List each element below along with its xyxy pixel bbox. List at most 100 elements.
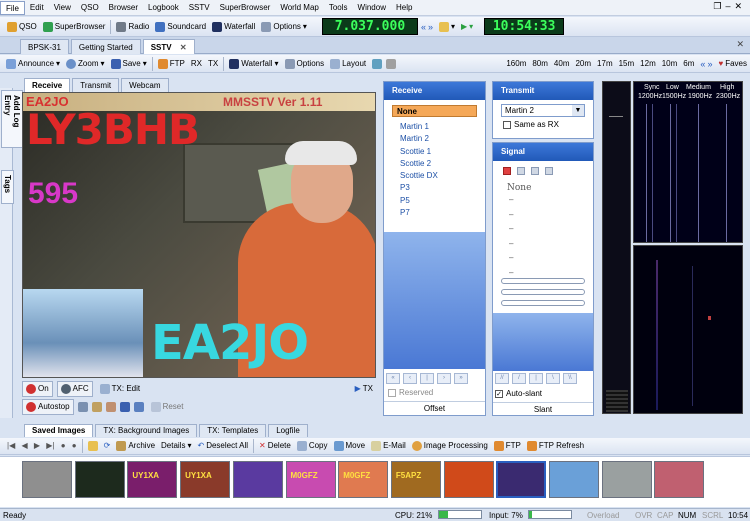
thumbnail[interactable] bbox=[496, 461, 547, 498]
tab-tx-background-images[interactable]: TX: Background Images bbox=[95, 424, 198, 437]
play-dropdown[interactable]: ▶ ▾ bbox=[458, 19, 476, 35]
receive-mode-item[interactable]: Scottie 2 bbox=[384, 158, 485, 170]
copy-image-icon[interactable] bbox=[133, 402, 144, 412]
thumbnail[interactable]: UY1XA bbox=[127, 461, 178, 498]
first-icon[interactable]: « bbox=[386, 373, 400, 384]
forward-icon[interactable]: » bbox=[428, 19, 433, 35]
auto-slant-checkbox[interactable]: ✓ Auto-slant bbox=[495, 389, 542, 398]
open-folder-button[interactable] bbox=[85, 438, 101, 454]
first-image-icon[interactable]: |◀ bbox=[7, 438, 15, 454]
side-tab-add-log-entry[interactable]: Add Log Entry bbox=[1, 90, 23, 148]
superbrowser-button[interactable]: SuperBrowser bbox=[40, 19, 109, 35]
slant-left-2-icon[interactable]: // bbox=[495, 373, 509, 384]
thumbnail[interactable] bbox=[22, 461, 72, 498]
last-image-icon[interactable]: ▶| bbox=[46, 438, 54, 454]
tx-button[interactable]: TX bbox=[205, 56, 221, 72]
menu-qso[interactable]: QSO bbox=[76, 1, 104, 15]
menu-edit[interactable]: Edit bbox=[25, 1, 49, 15]
ftp-upload-button[interactable]: FTP bbox=[491, 438, 524, 454]
zoom-button[interactable]: Zoom ▾ bbox=[63, 56, 107, 72]
thumbnail[interactable] bbox=[232, 461, 283, 498]
band-17m[interactable]: 17m bbox=[594, 56, 616, 72]
thumbnail[interactable] bbox=[443, 461, 494, 498]
rewind-icon[interactable]: « bbox=[421, 19, 426, 35]
close-tab-icon[interactable]: ✕ bbox=[180, 43, 187, 52]
frequency-display[interactable]: 7.037.000 bbox=[321, 18, 418, 35]
thumbnail[interactable] bbox=[601, 461, 652, 498]
receive-mode-item[interactable]: Martin 2 bbox=[384, 133, 485, 145]
receive-mode-item[interactable]: P7 bbox=[384, 207, 485, 219]
save-image-icon[interactable] bbox=[119, 402, 130, 412]
deselect-all-button[interactable]: ↶ Deselect All bbox=[195, 438, 252, 454]
tx-edit-button[interactable]: TX: Edit bbox=[97, 381, 143, 397]
next-image-icon[interactable]: ▶ bbox=[34, 438, 40, 454]
receive-mode-item[interactable]: Martin 1 bbox=[384, 121, 485, 133]
band-12m[interactable]: 12m bbox=[637, 56, 659, 72]
thumbnail[interactable]: UY1XA bbox=[180, 461, 231, 498]
delete-button[interactable]: ✕ Delete bbox=[256, 438, 294, 454]
thumbnail[interactable] bbox=[74, 461, 125, 498]
waterfall-button[interactable]: Waterfall bbox=[209, 19, 258, 35]
reserved-checkbox[interactable]: Reserved bbox=[388, 388, 433, 397]
pencil-icon[interactable] bbox=[91, 402, 102, 412]
email-button[interactable]: E-Mail bbox=[368, 438, 409, 454]
copy-button[interactable]: Copy bbox=[294, 438, 331, 454]
tx-start-button[interactable]: ▶ TX bbox=[352, 381, 376, 397]
band-next-icon[interactable]: » bbox=[707, 56, 712, 72]
menu-browser[interactable]: Browser bbox=[104, 1, 143, 15]
spectrum-display[interactable]: Sync 1200Hz Low 1500Hz Medium 1900Hz Hig… bbox=[633, 81, 743, 243]
menu-superbrowser[interactable]: SuperBrowser bbox=[215, 1, 276, 15]
image-tool-button[interactable] bbox=[369, 56, 399, 72]
radio-button[interactable]: Radio bbox=[113, 19, 152, 35]
archive-button[interactable]: Archive bbox=[113, 438, 158, 454]
options-menu-button[interactable]: Options bbox=[282, 56, 328, 72]
thumbnail[interactable] bbox=[654, 461, 705, 498]
waterfall-menu-button[interactable]: Waterfall ▾ bbox=[226, 56, 281, 72]
announce-button[interactable]: Announce ▾ bbox=[3, 56, 63, 72]
prev-image-icon[interactable]: ◀ bbox=[21, 438, 27, 454]
details-button[interactable]: Details ▾ bbox=[158, 438, 194, 454]
slant-none-icon[interactable]: | bbox=[529, 373, 543, 384]
refresh-button[interactable]: ⟳ bbox=[101, 438, 114, 454]
thumbnail[interactable] bbox=[549, 461, 599, 498]
subtab-transmit[interactable]: Transmit bbox=[72, 78, 120, 92]
close-document-icon[interactable]: ✕ bbox=[736, 39, 744, 50]
save-button[interactable]: Save ▾ bbox=[108, 56, 150, 72]
autostop-button[interactable]: Autostop bbox=[22, 399, 74, 415]
menu-view[interactable]: View bbox=[49, 1, 76, 15]
folder-dropdown[interactable]: ▾ bbox=[436, 19, 458, 35]
band-40m[interactable]: 40m bbox=[551, 56, 573, 72]
stop-icon[interactable]: | bbox=[420, 373, 434, 384]
received-image[interactable]: EA2JO MMSSTV Ver 1.11 LY3BHB 595 EA2JO bbox=[22, 92, 376, 378]
ftp-refresh-button[interactable]: FTP Refresh bbox=[524, 438, 587, 454]
record-icon[interactable]: ● bbox=[61, 438, 66, 454]
move-button[interactable]: Move bbox=[331, 438, 369, 454]
menu-tools[interactable]: Tools bbox=[324, 1, 353, 15]
band-15m[interactable]: 15m bbox=[616, 56, 638, 72]
tab-sstv[interactable]: SSTV ✕ bbox=[142, 38, 195, 54]
thumbnail[interactable]: M0GFZ bbox=[338, 461, 389, 498]
side-tab-tags[interactable]: Tags bbox=[1, 170, 14, 204]
menu-file[interactable]: File bbox=[0, 0, 25, 15]
soundcard-button[interactable]: Soundcard bbox=[152, 19, 209, 35]
ftp-button[interactable]: FTP bbox=[155, 56, 188, 72]
menu-world-map[interactable]: World Map bbox=[275, 1, 324, 15]
waterfall-display[interactable] bbox=[633, 245, 743, 414]
reset-button[interactable]: Reset bbox=[148, 399, 187, 415]
same-as-rx-checkbox[interactable]: Same as RX bbox=[503, 120, 593, 129]
transmit-mode-select[interactable]: Martin 2 ▼ bbox=[501, 104, 585, 117]
tab-tx-templates[interactable]: TX: Templates bbox=[199, 424, 267, 437]
menu-help[interactable]: Help bbox=[391, 1, 417, 15]
tab-getting-started[interactable]: Getting Started bbox=[70, 38, 141, 54]
afc-button[interactable]: AFC bbox=[56, 381, 93, 397]
band-prev-icon[interactable]: « bbox=[700, 56, 705, 72]
menu-sstv[interactable]: SSTV bbox=[184, 1, 215, 15]
slant-right-icon[interactable]: \ bbox=[546, 373, 560, 384]
record2-icon[interactable]: ● bbox=[72, 438, 77, 454]
receive-mode-item[interactable]: P3 bbox=[384, 182, 485, 194]
thumbnail[interactable]: F5APZ bbox=[390, 461, 441, 498]
band-20m[interactable]: 20m bbox=[572, 56, 594, 72]
band-160m[interactable]: 160m bbox=[503, 56, 529, 72]
menu-logbook[interactable]: Logbook bbox=[143, 1, 184, 15]
receive-mode-selected[interactable]: None bbox=[392, 105, 477, 117]
